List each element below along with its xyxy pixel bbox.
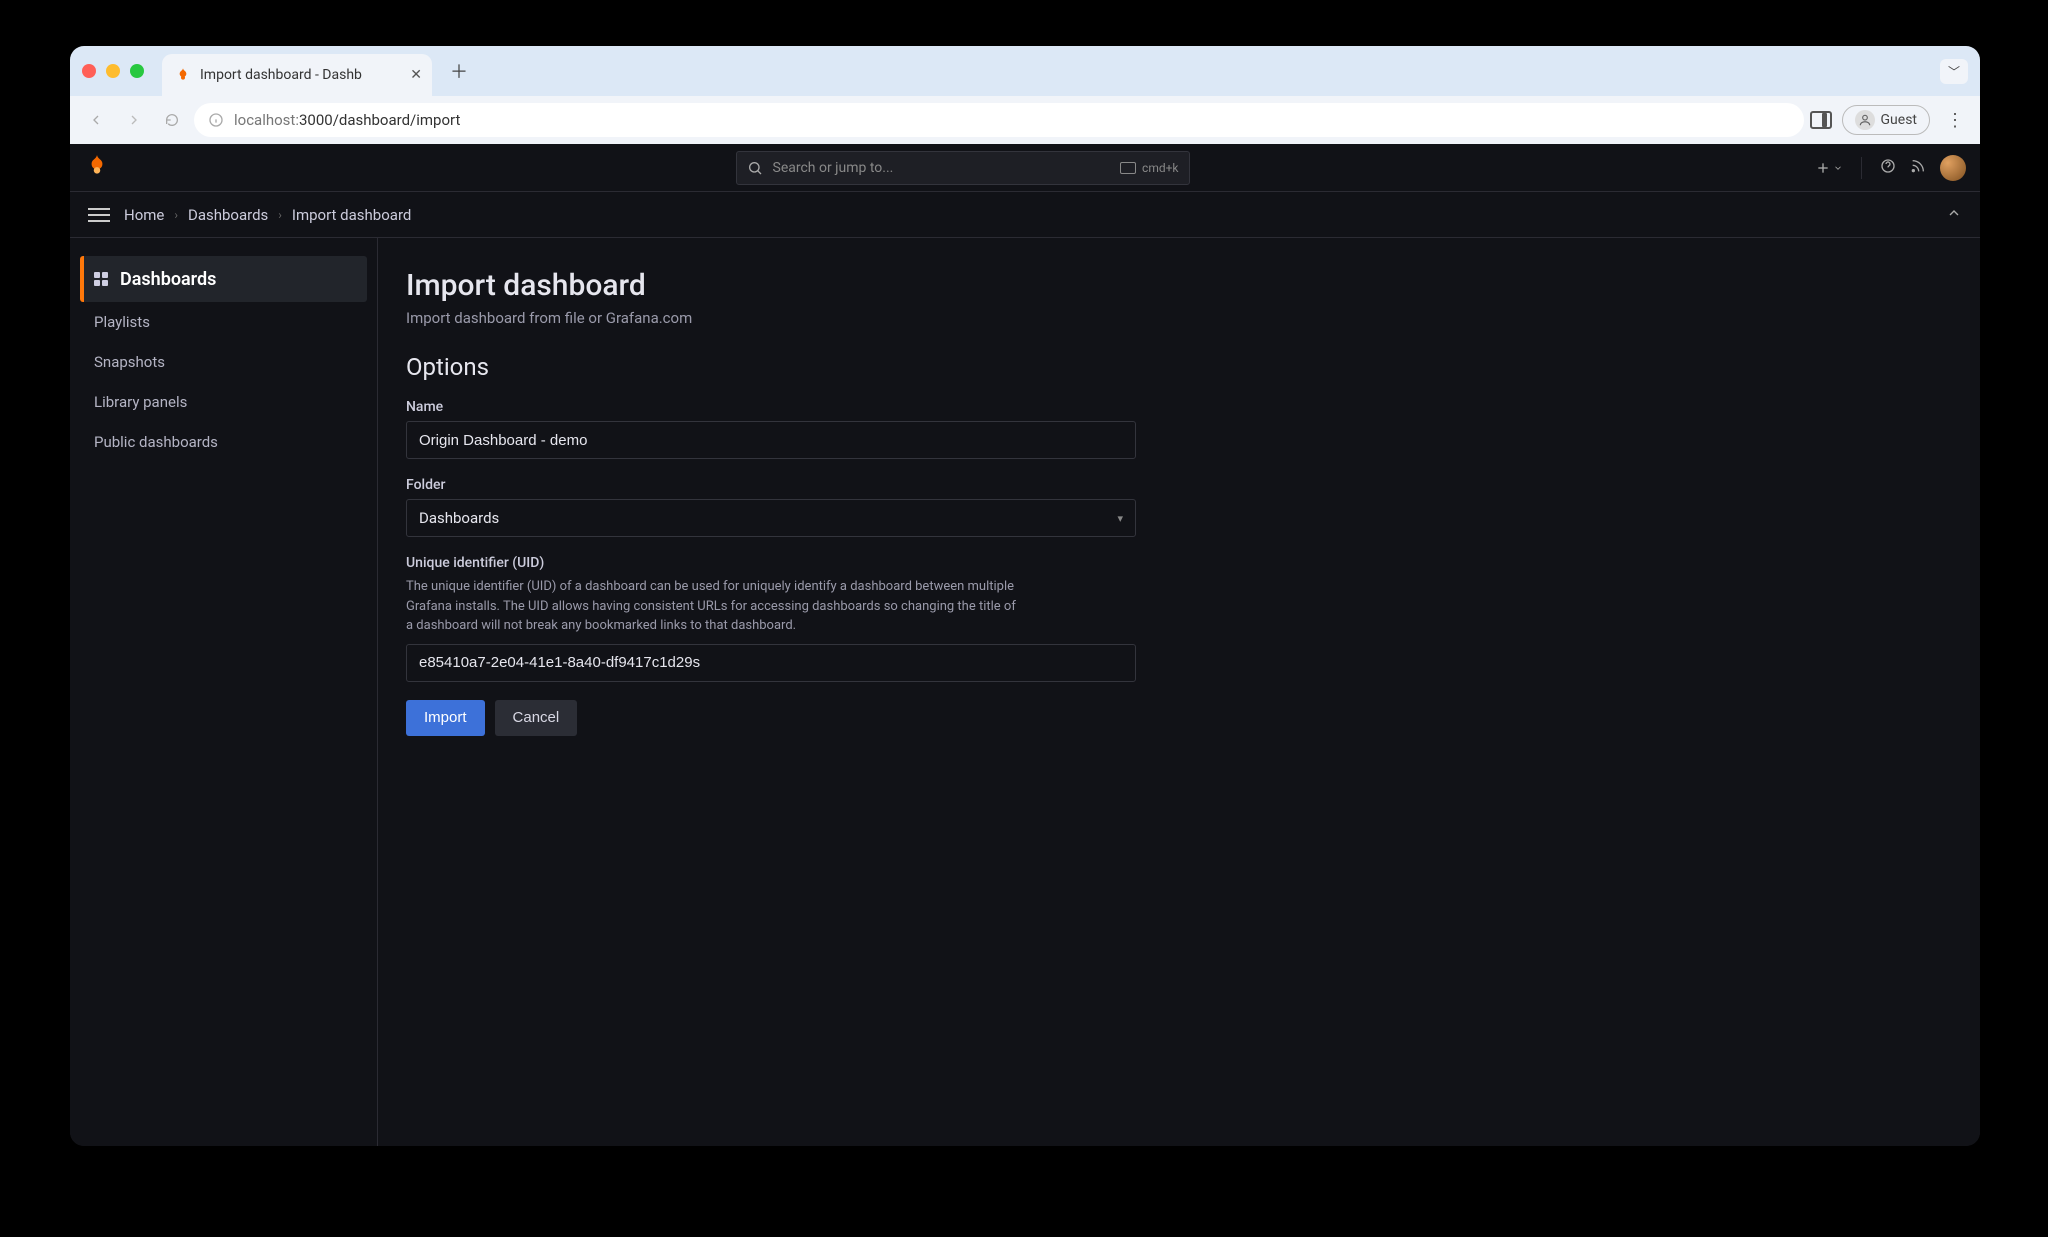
back-button[interactable] — [80, 104, 112, 136]
info-icon — [208, 112, 224, 128]
sidebar: Dashboards Playlists Snapshots Library p… — [70, 238, 378, 1146]
chevron-right-icon: › — [278, 208, 282, 222]
options-heading: Options — [406, 353, 1952, 381]
sidebar-item-label: Dashboards — [120, 269, 216, 290]
profile-chip[interactable]: Guest — [1842, 105, 1930, 135]
window-controls — [82, 64, 144, 78]
browser-window: Import dashboard - Dashb ✕ ＋ ﹀ localhost… — [70, 46, 1980, 1146]
url-host: localhost: — [234, 111, 299, 129]
reload-button[interactable] — [156, 104, 188, 136]
grafana-app: Search or jump to... cmd+k — [70, 144, 1980, 1146]
chevron-up-icon — [1946, 205, 1962, 221]
folder-label: Folder — [406, 477, 1952, 493]
help-icon — [1880, 158, 1896, 174]
sidebar-item-snapshots[interactable]: Snapshots — [80, 342, 367, 382]
name-label: Name — [406, 399, 1952, 415]
folder-value: Dashboards — [419, 509, 499, 527]
tabs-dropdown-button[interactable]: ﹀ — [1940, 59, 1968, 84]
titlebar: Import dashboard - Dashb ✕ ＋ ﹀ — [70, 46, 1980, 96]
import-button[interactable]: Import — [406, 700, 485, 736]
chevron-down-icon: ▾ — [1117, 512, 1123, 525]
rss-icon — [1910, 158, 1926, 174]
grafana-topbar: Search or jump to... cmd+k — [70, 144, 1980, 192]
browser-menu-button[interactable]: ⋮ — [1940, 110, 1970, 131]
name-input[interactable] — [406, 421, 1136, 459]
breadcrumb-dashboards[interactable]: Dashboards — [188, 206, 268, 224]
uid-input[interactable] — [406, 644, 1136, 682]
minimize-window-button[interactable] — [106, 64, 120, 78]
guest-avatar-icon — [1855, 110, 1875, 130]
maximize-window-button[interactable] — [130, 64, 144, 78]
sidebar-item-dashboards[interactable]: Dashboards — [80, 256, 367, 302]
chevron-right-icon: › — [174, 208, 178, 222]
guest-label: Guest — [1881, 112, 1917, 128]
sidebar-item-playlists[interactable]: Playlists — [80, 302, 367, 342]
url-path: 3000/dashboard/import — [299, 111, 460, 129]
page-subtitle: Import dashboard from file or Grafana.co… — [406, 309, 1952, 327]
uid-help-text: The unique identifier (UID) of a dashboa… — [406, 577, 1026, 636]
close-tab-icon[interactable]: ✕ — [410, 67, 422, 83]
breadcrumb-home[interactable]: Home — [124, 206, 164, 224]
folder-select[interactable]: Dashboards ▾ — [406, 499, 1136, 537]
menu-toggle-button[interactable] — [88, 208, 110, 222]
breadcrumb-bar: Home › Dashboards › Import dashboard — [70, 192, 1980, 238]
search-input[interactable]: Search or jump to... cmd+k — [736, 151, 1190, 185]
chevron-down-icon — [1833, 163, 1843, 173]
news-button[interactable] — [1910, 158, 1926, 178]
browser-tab[interactable]: Import dashboard - Dashb ✕ — [162, 54, 432, 96]
sidebar-item-library-panels[interactable]: Library panels — [80, 382, 367, 422]
cancel-button[interactable]: Cancel — [495, 700, 578, 736]
uid-label: Unique identifier (UID) — [406, 555, 1952, 571]
address-bar: localhost:3000/dashboard/import Guest ⋮ — [70, 96, 1980, 144]
tab-title: Import dashboard - Dashb — [200, 67, 362, 83]
url-input[interactable]: localhost:3000/dashboard/import — [194, 103, 1804, 137]
help-button[interactable] — [1880, 158, 1896, 178]
add-button[interactable] — [1815, 160, 1843, 176]
close-window-button[interactable] — [82, 64, 96, 78]
search-placeholder: Search or jump to... — [773, 160, 894, 176]
breadcrumb: Home › Dashboards › Import dashboard — [124, 206, 411, 224]
sidebar-item-public-dashboards[interactable]: Public dashboards — [80, 422, 367, 462]
keyboard-icon — [1120, 162, 1136, 174]
breadcrumb-current: Import dashboard — [292, 206, 411, 224]
collapse-button[interactable] — [1946, 205, 1962, 225]
search-icon — [747, 160, 763, 176]
dashboards-icon — [94, 272, 108, 286]
search-shortcut: cmd+k — [1142, 161, 1178, 175]
grafana-logo-icon[interactable] — [84, 153, 110, 183]
user-avatar[interactable] — [1940, 155, 1966, 181]
forward-button[interactable] — [118, 104, 150, 136]
page-title: Import dashboard — [406, 268, 1952, 303]
side-panel-icon[interactable] — [1810, 111, 1832, 129]
main-content: Import dashboard Import dashboard from f… — [378, 238, 1980, 1146]
new-tab-button[interactable]: ＋ — [440, 54, 478, 88]
plus-icon — [1815, 160, 1831, 176]
grafana-favicon — [174, 66, 192, 84]
